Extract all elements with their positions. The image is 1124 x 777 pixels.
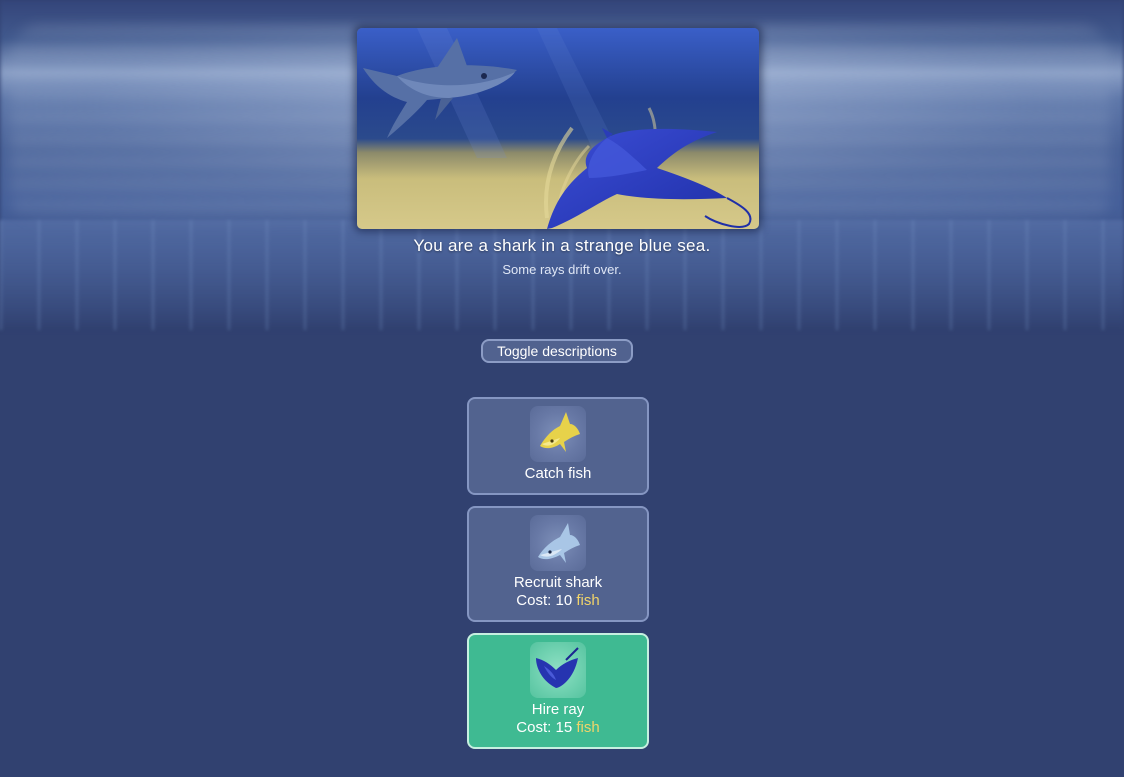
game-stage: You are a shark in a strange blue sea. S…: [0, 0, 1124, 777]
recruit-shark-button[interactable]: Recruit shark Cost: 10 fish: [467, 506, 649, 622]
hire-ray-button[interactable]: Hire ray Cost: 15 fish: [467, 633, 649, 749]
recruit-shark-cost: Cost: 10 fish: [469, 592, 647, 610]
yellow-shark-icon: [530, 406, 586, 462]
cost-resource: fish: [576, 719, 600, 736]
hire-ray-label: Hire ray: [531, 701, 585, 718]
cost-amount: Cost: 15: [516, 719, 573, 736]
recruit-shark-label: Recruit shark: [513, 574, 603, 591]
cost-amount: Cost: 10: [516, 592, 573, 609]
scene-title: You are a shark in a strange blue sea.: [413, 236, 711, 255]
scene-subtitle: Some rays drift over.: [502, 262, 622, 277]
catch-fish-label: Catch fish: [524, 465, 592, 482]
shark-icon: [530, 515, 586, 571]
toggle-descriptions-button[interactable]: Toggle descriptions: [481, 339, 633, 363]
cost-resource: fish: [576, 592, 600, 609]
hire-ray-cost: Cost: 15 fish: [469, 719, 647, 737]
scene-illustration: [357, 28, 759, 229]
ray-icon: [530, 642, 586, 698]
catch-fish-button[interactable]: Catch fish: [467, 397, 649, 495]
